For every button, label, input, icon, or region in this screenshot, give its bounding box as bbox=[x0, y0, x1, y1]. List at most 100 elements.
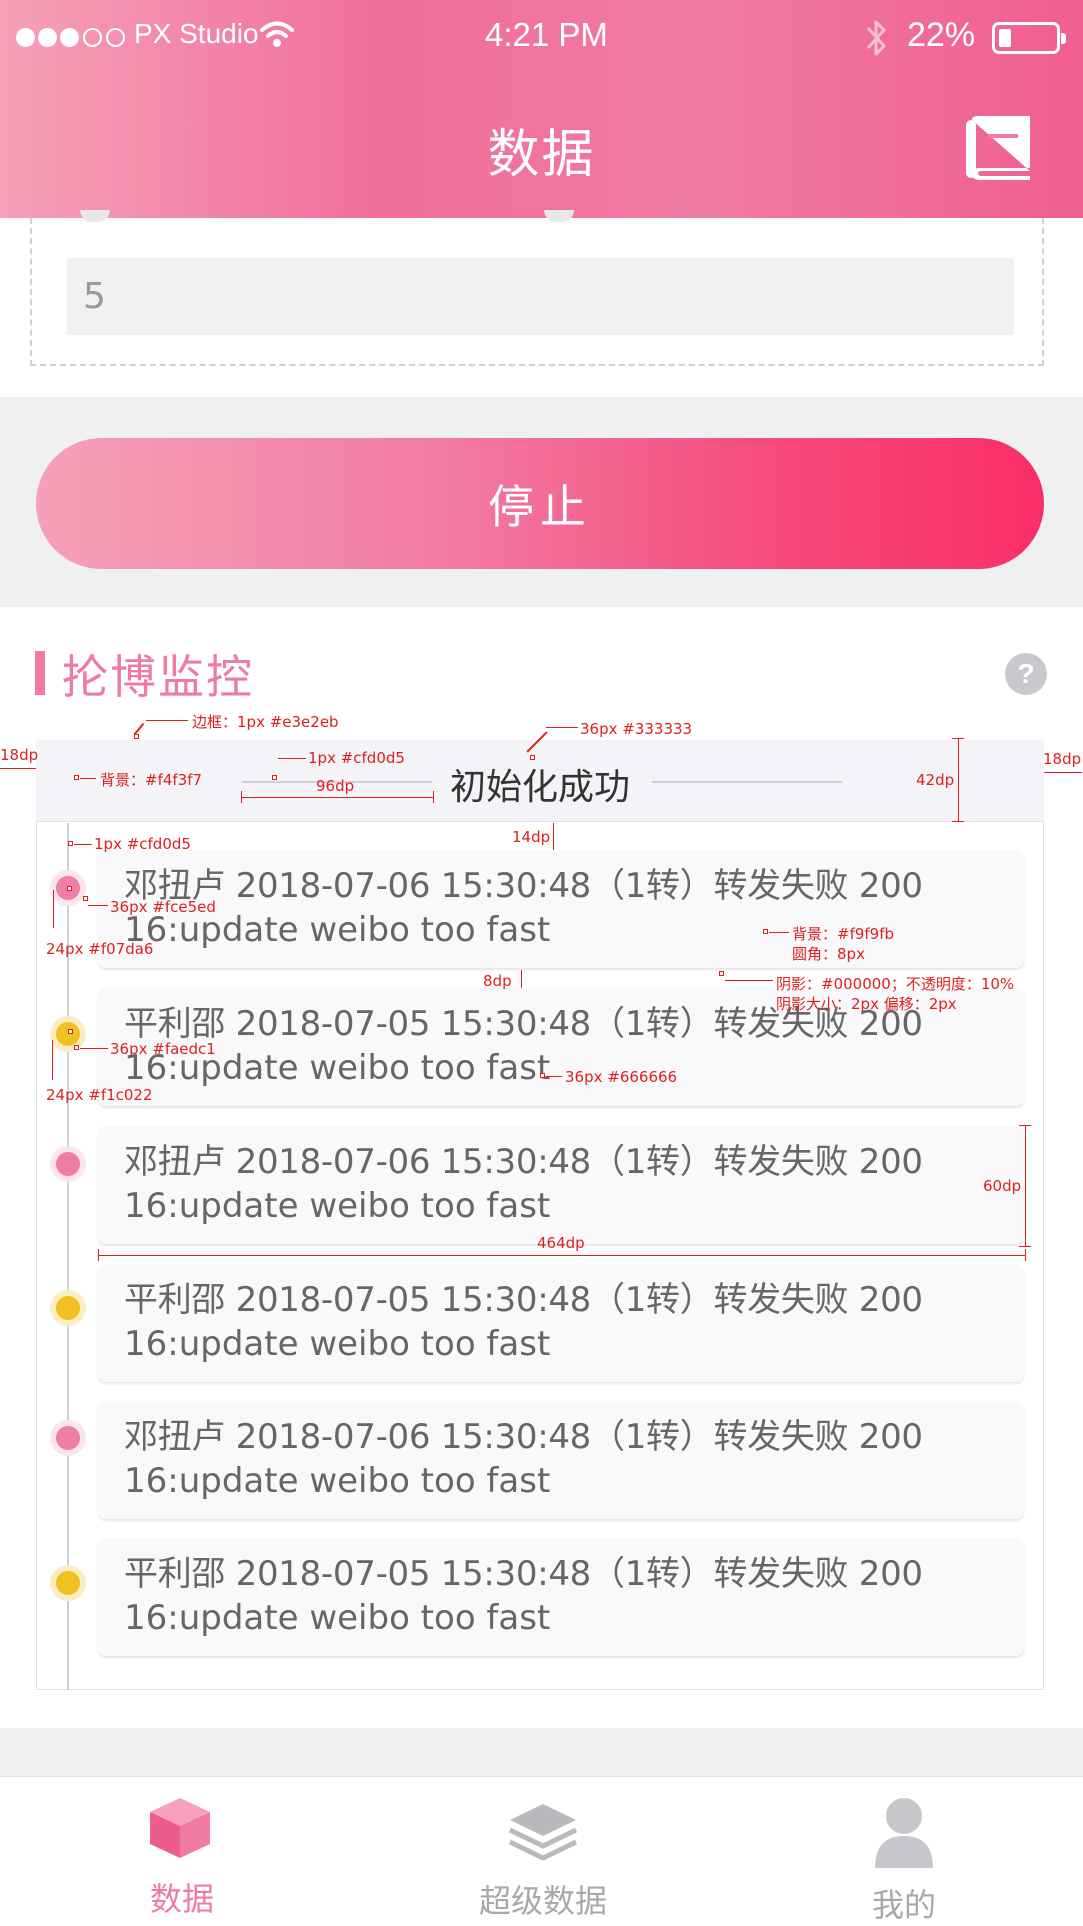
tab-profile[interactable]: 我的 bbox=[774, 1776, 1034, 1924]
log-card[interactable]: 平利邵 2018-07-05 15:30:48（1转）转发失败 200 16:u… bbox=[98, 1538, 1024, 1656]
annotation-marker bbox=[719, 971, 724, 976]
annotation-tick bbox=[1019, 1246, 1031, 1247]
annotation-dimension bbox=[1025, 1125, 1026, 1247]
init-status-text: 初始化成功 bbox=[450, 767, 631, 808]
tab-label: 数据 bbox=[149, 1880, 214, 1918]
annotation-dimension bbox=[241, 797, 433, 798]
app-header: PX Studio 4:21 PM 22% 数据 bbox=[0, 0, 1083, 218]
log-message: 16:update weibo too fast bbox=[124, 1048, 551, 1088]
stop-button[interactable]: 停止 bbox=[36, 438, 1044, 569]
annotation-leader bbox=[80, 778, 96, 779]
annotation-yellow-inner: 24px #f1c022 bbox=[46, 1086, 153, 1104]
annotation-leader bbox=[52, 1040, 53, 1080]
annotation-marker bbox=[83, 896, 88, 901]
log-message: 16:update weibo too fast bbox=[124, 1324, 551, 1364]
tab-data[interactable]: 数据 bbox=[52, 1776, 312, 1922]
annotation-leader bbox=[546, 727, 578, 728]
annotation-leader bbox=[133, 722, 145, 736]
annotation-tick bbox=[241, 791, 242, 803]
annotation-marker bbox=[272, 775, 277, 780]
annotation-bg: 背景：#f4f3f7 bbox=[100, 771, 203, 789]
log-card[interactable]: 邓扭卢 2018-07-06 15:30:48（1转）转发失败 200 16:u… bbox=[98, 850, 1024, 968]
annotation-card-bg: 背景：#f9f9fb bbox=[792, 925, 895, 943]
annotation-gap-8: 8dp bbox=[483, 972, 512, 990]
annotation-dimension bbox=[1044, 772, 1082, 773]
log-meta: 邓扭卢 2018-07-06 15:30:48（1转）转发失败 200 bbox=[124, 1142, 923, 1182]
signal-dot-filled bbox=[60, 28, 79, 47]
annotation-right-margin: 18dp bbox=[1043, 750, 1082, 768]
carrier-name: PX Studio bbox=[134, 18, 259, 49]
annotation-gap-14: 14dp bbox=[512, 828, 551, 846]
battery-icon bbox=[992, 22, 1066, 54]
log-meta: 邓扭卢 2018-07-06 15:30:48（1转）转发失败 200 bbox=[124, 1417, 923, 1457]
annotation-marker bbox=[540, 1073, 545, 1078]
user-icon bbox=[875, 1798, 933, 1868]
log-message: 16:update weibo too fast bbox=[124, 1186, 551, 1226]
battery-percent: 22% bbox=[907, 16, 976, 54]
annotation-marker bbox=[67, 886, 72, 891]
timeline-dot-yellow bbox=[50, 1565, 86, 1601]
layers-icon bbox=[508, 1804, 578, 1861]
value-field[interactable] bbox=[67, 258, 1014, 335]
log-meta: 平利邵 2018-07-05 15:30:48（1转）转发失败 200 bbox=[124, 1280, 923, 1320]
timeline-dot-yellow bbox=[50, 1016, 86, 1052]
annotation-marker bbox=[530, 755, 535, 760]
annotation-timeline-line: 1px #cfd0d5 bbox=[94, 835, 191, 853]
tab-super-data[interactable]: 超级数据 bbox=[413, 1776, 673, 1922]
annotation-shadow: 阴影：#000000；不透明度：10% bbox=[776, 975, 1015, 993]
section-title: 抡博监控 bbox=[62, 650, 254, 704]
annotation-marker bbox=[74, 1045, 79, 1050]
wifi-icon bbox=[260, 21, 294, 47]
annotation-dimension bbox=[958, 738, 959, 822]
log-card[interactable]: 邓扭卢 2018-07-06 15:30:48（1转）转发失败 200 16:u… bbox=[98, 1401, 1024, 1519]
annotation-dimension bbox=[98, 1255, 1025, 1256]
annotation-tick bbox=[1019, 1125, 1031, 1126]
annotation-tick bbox=[433, 791, 434, 803]
signal-dot-empty bbox=[106, 28, 125, 47]
annotation-leader bbox=[725, 980, 773, 981]
annotation-marker bbox=[74, 775, 79, 780]
bluetooth-icon bbox=[866, 20, 886, 56]
help-icon[interactable]: ? bbox=[1005, 653, 1047, 695]
annotation-leader bbox=[546, 1076, 562, 1077]
log-card[interactable]: 邓扭卢 2018-07-06 15:30:48（1转）转发失败 200 16:u… bbox=[98, 1126, 1024, 1244]
annotation-pink-inner: 24px #f07da6 bbox=[46, 940, 154, 958]
annotation-line-color: 1px #cfd0d5 bbox=[308, 749, 405, 767]
annotation-dimension bbox=[0, 768, 36, 769]
log-meta: 邓扭卢 2018-07-06 15:30:48（1转）转发失败 200 bbox=[124, 866, 923, 906]
annotation-tick bbox=[1025, 1249, 1026, 1261]
annotation-leader bbox=[74, 844, 92, 845]
signal-dot-filled bbox=[16, 28, 35, 47]
timeline-dot-pink bbox=[50, 1420, 86, 1456]
log-card[interactable]: 平利邵 2018-07-05 15:30:48（1转）转发失败 200 16:u… bbox=[98, 1264, 1024, 1382]
bottom-band bbox=[0, 1728, 1083, 1776]
annotation-card-width: 464dp bbox=[537, 1234, 585, 1252]
log-message: 16:update weibo too fast bbox=[124, 1598, 551, 1638]
annotation-leader bbox=[146, 720, 188, 721]
annotation-bar-height: 42dp bbox=[916, 771, 955, 789]
annotation-pink-outer: 36px #fce5ed bbox=[110, 898, 216, 916]
annotation-tick bbox=[952, 821, 964, 822]
annotation-marker bbox=[68, 841, 73, 846]
annotation-left-margin: 18dp bbox=[0, 746, 39, 764]
annotation-card-radius: 圆角：8px bbox=[792, 945, 865, 963]
annotation-tick bbox=[952, 738, 964, 739]
annotation-border: 边框：1px #e3e2eb bbox=[192, 713, 339, 731]
annotation-leader bbox=[769, 932, 789, 933]
section-accent-bar bbox=[35, 651, 45, 695]
annotation-shadow-size: 阴影大小：2px 偏移：2px bbox=[776, 995, 957, 1013]
tab-label: 我的 bbox=[871, 1886, 936, 1924]
book-icon[interactable] bbox=[966, 116, 1032, 180]
annotation-leader bbox=[278, 758, 306, 759]
annotation-dimension bbox=[521, 970, 522, 988]
annotation-text-font: 36px #666666 bbox=[565, 1068, 678, 1086]
log-message: 16:update weibo too fast bbox=[124, 1461, 551, 1501]
cube-icon bbox=[150, 1798, 210, 1858]
annotation-line-width: 96dp bbox=[316, 777, 355, 795]
annotation-tick bbox=[98, 1249, 99, 1261]
annotation-card-height: 60dp bbox=[983, 1177, 1022, 1195]
signal-dot-filled bbox=[38, 28, 57, 47]
status-time: 4:21 PM bbox=[485, 16, 608, 53]
divider-line bbox=[652, 781, 842, 783]
annotation-marker bbox=[763, 929, 768, 934]
